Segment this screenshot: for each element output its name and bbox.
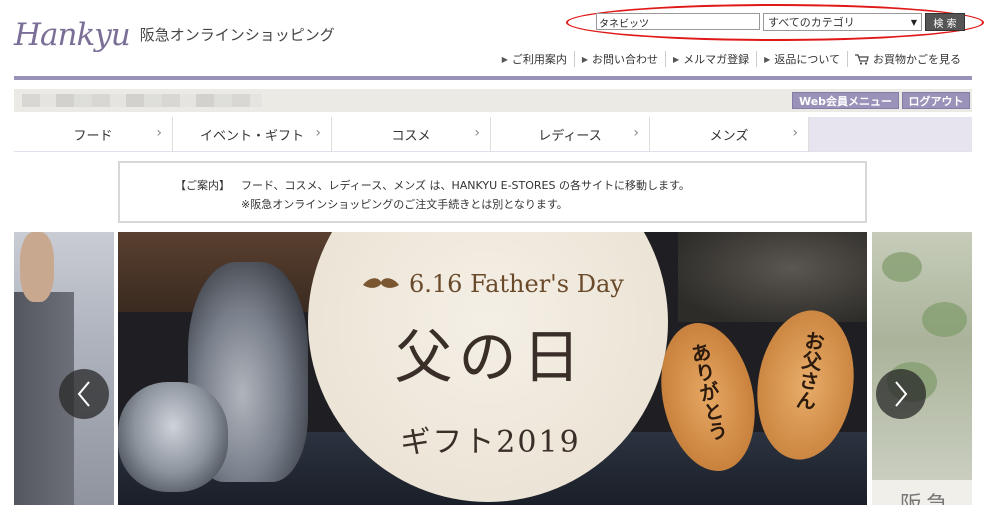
chevron-right-icon: ›: [156, 125, 162, 141]
nav-item-label: コスメ: [391, 129, 431, 144]
nav-item-label: イベント・ギフト: [199, 129, 304, 144]
chevron-right-icon: [895, 381, 908, 407]
util-link-label: お問い合わせ: [592, 53, 659, 66]
logo-text: 阪急オンラインショッピング: [139, 26, 335, 44]
carousel-next-button[interactable]: [876, 369, 926, 419]
cracker-text: お父さん: [791, 329, 827, 412]
fathers-day-banner[interactable]: ありがとう お父さん 6.16 Father's Day 父の日 ギフト2019: [118, 232, 867, 505]
util-link-label: お買物かごを見る: [873, 53, 961, 66]
notice-label: 【ご案内】: [175, 179, 230, 192]
blurred-user-name: [22, 94, 262, 107]
hankyu-logo[interactable]: Hankyu 阪急オンラインショッピング: [14, 20, 335, 51]
sake-cup-image: [118, 382, 228, 492]
notice-text: フード、コスメ、レディース、メンズ は、HANKYU E-STORES の各サイ…: [241, 179, 690, 192]
util-link-guide[interactable]: ▶ ご利用案内: [495, 51, 574, 67]
nav-item-label: メンズ: [709, 129, 749, 144]
arrow-right-icon: ▶: [501, 54, 508, 64]
banner-subtitle: ギフト2019: [400, 425, 581, 460]
carousel-prev-button[interactable]: [59, 369, 109, 419]
nav-item-mens[interactable]: メンズ ›: [650, 117, 809, 152]
chevron-down-icon: ▼: [910, 17, 917, 27]
nav-item-label: フード: [73, 129, 113, 144]
member-bar: Web会員メニュー ログアウト: [14, 89, 972, 112]
search-button[interactable]: 検 索: [925, 13, 965, 31]
cart-icon: [855, 53, 869, 65]
chevron-left-icon: [77, 381, 90, 407]
leaf-image: [922, 302, 967, 337]
category-nav: フード › イベント・ギフト › コスメ › レディース › メンズ ›: [14, 117, 972, 152]
carousel-next-slide[interactable]: 阪急: [872, 232, 972, 505]
header-divider: [14, 76, 972, 80]
util-link-newsletter[interactable]: ▶ メルマガ登録: [665, 51, 756, 67]
cracker-text: ありがとう: [685, 340, 731, 444]
chevron-right-icon: ›: [474, 125, 480, 141]
logout-button[interactable]: ログアウト: [902, 92, 970, 109]
mustache-icon: [363, 272, 399, 296]
notice-box: 【ご案内】 フード、コスメ、レディース、メンズ は、HANKYU E-STORE…: [118, 161, 867, 223]
logo-mark: Hankyu: [14, 17, 131, 53]
category-select-value: すべてのカテゴリ: [768, 16, 855, 29]
arrow-right-icon: ▶: [764, 54, 771, 64]
util-link-label: メルマガ登録: [683, 53, 750, 66]
nav-filler: [809, 117, 972, 151]
nav-item-ladies[interactable]: レディース ›: [491, 117, 650, 152]
chevron-right-icon: ›: [315, 125, 321, 141]
banner-title: 父の日: [394, 323, 587, 391]
category-select[interactable]: すべてのカテゴリ ▼: [763, 13, 922, 31]
carousel-prev-slide[interactable]: [14, 232, 114, 505]
banner-pot: [678, 232, 867, 322]
util-link-cart[interactable]: お買物かごを見る: [847, 51, 968, 67]
search-input[interactable]: タネビッツ: [596, 13, 760, 30]
arrow-right-icon: ▶: [581, 54, 589, 64]
arrow-right-icon: ▶: [673, 54, 680, 64]
util-link-contact[interactable]: ▶ お問い合わせ: [573, 51, 665, 67]
nav-item-label: レディース: [538, 129, 602, 144]
fathers-day-text: 6.16 Father's Day: [409, 270, 624, 298]
util-link-label: ご利用案内: [511, 53, 567, 66]
util-link-returns[interactable]: ▶ 返品について: [756, 51, 847, 67]
chevron-right-icon: ›: [633, 125, 639, 141]
next-slide-caption: 阪急: [900, 487, 952, 505]
leaf-image: [882, 252, 922, 282]
chevron-right-icon: ›: [792, 125, 798, 141]
notice-note: ※阪急オンラインショッピングのご注文手続きとは別となります。: [241, 198, 568, 211]
nav-item-food[interactable]: フード ›: [14, 117, 173, 152]
hero-carousel: ありがとう お父さん 6.16 Father's Day 父の日 ギフト2019…: [0, 232, 986, 505]
nav-item-event-gift[interactable]: イベント・ギフト ›: [173, 117, 332, 152]
utility-links: ▶ ご利用案内 ▶ お問い合わせ ▶ メルマガ登録 ▶ 返品について お買物かご…: [495, 51, 968, 67]
model-image: [20, 232, 54, 302]
web-member-menu-button[interactable]: Web会員メニュー: [792, 92, 899, 109]
fathers-day-date: 6.16 Father's Day: [363, 270, 624, 298]
nav-item-cosme[interactable]: コスメ ›: [332, 117, 491, 152]
util-link-label: 返品について: [774, 53, 840, 66]
